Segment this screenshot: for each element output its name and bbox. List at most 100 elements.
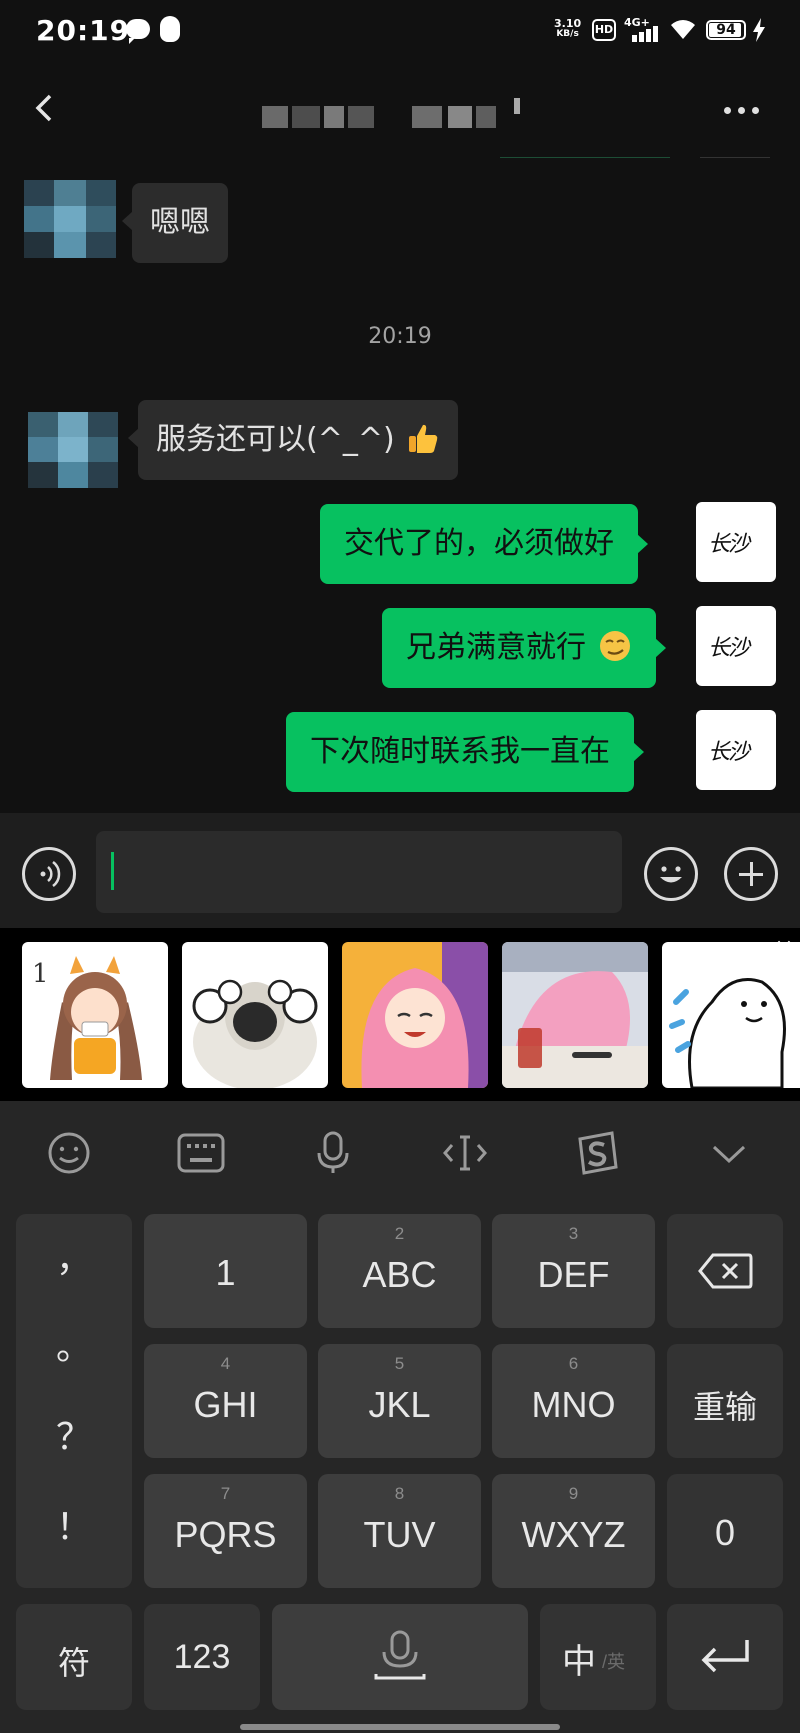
key-label: WXYZ <box>521 1514 626 1555</box>
keyboard-toolbar <box>0 1101 800 1201</box>
cellular-signal-icon: 4G+ <box>624 16 660 44</box>
message-bubble-outgoing[interactable]: 交代了的，必须做好 <box>320 504 648 584</box>
key-number: 6 <box>568 1354 579 1373</box>
key-abc[interactable]: 2 ABC <box>318 1214 481 1328</box>
key-number: 4 <box>220 1354 231 1373</box>
sticker-suggestion[interactable] <box>662 942 800 1088</box>
message-text: 交代了的，必须做好 <box>344 526 614 561</box>
status-time: 20:19 <box>36 14 131 47</box>
number-mode-key[interactable]: 123 <box>144 1604 260 1710</box>
key-label: 0 <box>714 1512 736 1553</box>
close-icon[interactable]: × <box>774 937 794 959</box>
charging-icon <box>753 18 765 42</box>
language-switch-key[interactable]: 中 /英 <box>540 1604 656 1710</box>
contact-avatar[interactable] <box>24 180 116 258</box>
language-main-label: 中 <box>562 1643 596 1681</box>
message-list[interactable]: 嗯嗯 20:19 服务还可以(^_^) 交代了的，必须做好 长沙 兄弟满意就行 <box>0 158 800 813</box>
sogou-logo-icon[interactable] <box>572 1131 622 1175</box>
enter-icon <box>701 1640 749 1673</box>
network-type: 4G+ <box>624 16 650 29</box>
keyboard-layout-icon[interactable] <box>176 1131 226 1175</box>
message-text: 服务还可以(^_^) <box>156 422 395 457</box>
chat-input-bar <box>0 813 800 928</box>
network-speed-unit: KB/s <box>556 29 579 39</box>
voice-input-button[interactable] <box>22 847 76 901</box>
back-button[interactable] <box>28 88 68 132</box>
more-options-button[interactable] <box>720 100 764 120</box>
network-speed: 3.10 KB/s <box>554 18 581 40</box>
key-pqrs[interactable]: 7 PQRS <box>144 1474 307 1588</box>
my-avatar[interactable]: 长沙 <box>696 710 776 790</box>
message-text: 兄弟满意就行 <box>406 630 586 665</box>
exclamation-key[interactable]: ！ <box>16 1498 132 1550</box>
message-notification-icon <box>126 19 150 44</box>
home-indicator[interactable] <box>240 1724 560 1730</box>
key-label: ABC <box>362 1254 437 1295</box>
sticker-suggestion[interactable] <box>342 942 488 1088</box>
my-avatar[interactable]: 长沙 <box>696 502 776 582</box>
contact-avatar[interactable] <box>28 412 118 488</box>
key-jkl[interactable]: 5 JKL <box>318 1344 481 1458</box>
reenter-key[interactable]: 重输 <box>667 1344 783 1458</box>
my-avatar[interactable]: 长沙 <box>696 606 776 686</box>
cursor-move-icon[interactable] <box>440 1131 490 1175</box>
smirk-emoji-icon <box>599 630 630 661</box>
backspace-icon <box>698 1253 753 1289</box>
message-bubble-incoming[interactable]: 嗯嗯 <box>122 183 228 263</box>
punctuation-key-column[interactable]: ， 。 ？ ！ <box>16 1214 132 1588</box>
more-functions-button[interactable] <box>724 847 778 901</box>
sticker-suggestion-strip: 1 × <box>0 928 800 1101</box>
my-avatar-text: 长沙 <box>708 636 750 661</box>
question-key[interactable]: ？ <box>16 1408 132 1460</box>
key-number: 7 <box>220 1484 231 1503</box>
message-timestamp: 20:19 <box>368 324 432 349</box>
sticker-suggestion[interactable] <box>502 942 648 1088</box>
key-label: MNO <box>531 1384 616 1425</box>
backspace-key[interactable] <box>667 1214 783 1328</box>
emoji-panel-icon[interactable] <box>44 1131 94 1175</box>
message-text-input[interactable] <box>96 831 622 913</box>
message-text: 下次随时联系我一直在 <box>310 734 610 769</box>
key-label: JKL <box>368 1384 431 1425</box>
key-number: 3 <box>568 1224 579 1243</box>
key-label: GHI <box>193 1384 258 1425</box>
chat-header <box>0 62 800 159</box>
key-def[interactable]: 3 DEF <box>492 1214 655 1328</box>
microphone-icon[interactable] <box>308 1131 358 1175</box>
key-ghi[interactable]: 4 GHI <box>144 1344 307 1458</box>
key-label: 1 <box>215 1252 236 1293</box>
status-bar: 20:19 3.10 KB/s HD 4G+ 94 <box>0 0 800 62</box>
key-0[interactable]: 0 <box>667 1474 783 1588</box>
emoji-button[interactable] <box>644 847 698 901</box>
key-label: PQRS <box>174 1514 277 1555</box>
message-bubble-incoming[interactable]: 服务还可以(^_^) <box>127 400 459 480</box>
key-label: 符 <box>57 1645 90 1681</box>
sticker-suggestion[interactable] <box>182 942 328 1088</box>
my-avatar-text: 长沙 <box>708 532 750 557</box>
message-bubble-outgoing[interactable]: 下次随时联系我一直在 <box>286 712 644 792</box>
key-mno[interactable]: 6 MNO <box>492 1344 655 1458</box>
key-wxyz[interactable]: 9 WXYZ <box>492 1474 655 1588</box>
key-label: DEF <box>537 1254 610 1295</box>
comma-key[interactable]: ， <box>16 1230 132 1282</box>
key-label: TUV <box>363 1514 436 1555</box>
sticker-suggestion[interactable]: 1 <box>22 942 168 1088</box>
hd-voice-icon: HD <box>592 19 616 41</box>
symbol-key[interactable]: 符 <box>16 1604 132 1710</box>
message-text: 嗯嗯 <box>150 205 210 240</box>
enter-key[interactable] <box>667 1604 783 1710</box>
collapse-keyboard-icon[interactable] <box>704 1131 754 1175</box>
wifi-icon <box>671 20 695 39</box>
language-alt-label: /英 <box>602 1652 626 1672</box>
chat-title-obscured <box>262 98 542 132</box>
key-number: 5 <box>394 1354 405 1373</box>
period-key[interactable]: 。 <box>16 1318 132 1370</box>
message-bubble-outgoing[interactable]: 兄弟满意就行 <box>382 608 666 688</box>
battery-level: 94 <box>716 22 736 38</box>
key-number: 8 <box>394 1484 405 1503</box>
key-label: 123 <box>173 1638 231 1676</box>
space-key[interactable] <box>272 1604 528 1710</box>
key-number: 9 <box>568 1484 579 1503</box>
key-1[interactable]: 1 <box>144 1214 307 1328</box>
key-tuv[interactable]: 8 TUV <box>318 1474 481 1588</box>
